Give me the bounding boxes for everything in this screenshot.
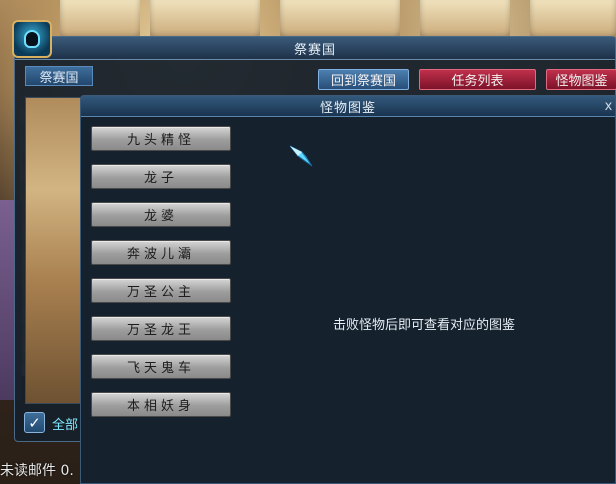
background-arch: [60, 0, 140, 40]
avatar-face: [24, 30, 40, 48]
monster-button[interactable]: 龙子: [91, 164, 231, 189]
close-icon[interactable]: x: [603, 96, 615, 116]
kingdom-window-title: 祭赛国: [15, 37, 615, 60]
unread-mail-status[interactable]: 未读邮件 0.: [0, 460, 74, 480]
return-kingdom-button[interactable]: 回到祭赛国: [318, 69, 409, 90]
monster-list: 九头精怪 龙子 龙婆 奔波儿灞 万圣公主 万圣龙王 飞天鬼车 本相妖身: [91, 126, 233, 430]
monster-button[interactable]: 本相妖身: [91, 392, 231, 417]
monster-button[interactable]: 飞天鬼车: [91, 354, 231, 379]
monster-codex-title-text: 怪物图鉴: [319, 100, 376, 116]
background-arch: [150, 0, 260, 40]
monster-button[interactable]: 奔波儿灞: [91, 240, 231, 265]
codex-hint-text: 击败怪物后即可查看对应的图鉴: [332, 318, 515, 333]
monster-button[interactable]: 万圣公主: [91, 278, 231, 303]
checkmark-icon: ✓: [28, 413, 41, 432]
skull-avatar-icon[interactable]: [12, 20, 52, 58]
monster-codex-window: 怪物图鉴 x 九头精怪 龙子 龙婆 奔波儿灞 万圣公主 万圣龙王 飞天鬼车 本相…: [80, 95, 616, 484]
show-all-checkbox[interactable]: ✓: [24, 412, 45, 433]
monster-codex-title: 怪物图鉴 x: [81, 96, 615, 117]
crystal-cursor-icon: [289, 145, 313, 167]
kingdom-sub-label: 祭赛国: [25, 66, 93, 86]
background-arch: [280, 0, 400, 40]
scene-preview: [25, 97, 85, 404]
quest-list-button[interactable]: 任务列表: [419, 69, 536, 90]
show-all-label: 全部: [52, 418, 79, 433]
monster-button[interactable]: 九头精怪: [91, 126, 231, 151]
monster-codex-button[interactable]: 怪物图鉴: [546, 69, 616, 90]
background-arch: [530, 0, 616, 40]
monster-button[interactable]: 龙婆: [91, 202, 231, 227]
background-arch: [420, 0, 510, 40]
monster-button[interactable]: 万圣龙王: [91, 316, 231, 341]
